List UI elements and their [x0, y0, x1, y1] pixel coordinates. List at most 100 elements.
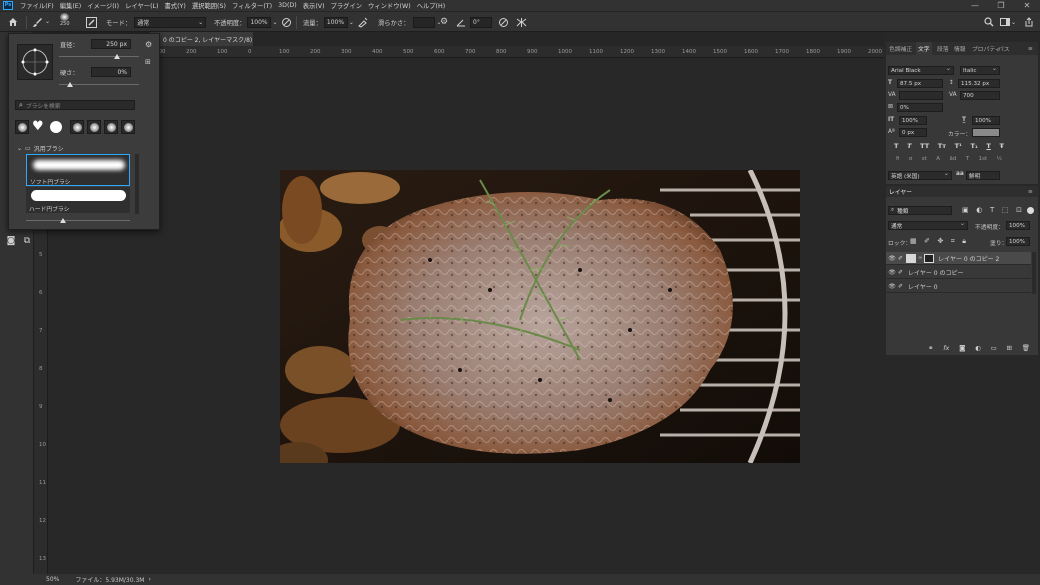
tab-layers[interactable]: レイヤー — [889, 186, 912, 197]
eye-icon[interactable]: 👁︎ — [886, 283, 898, 290]
recent-brush-4[interactable] — [70, 120, 84, 134]
layer-name[interactable]: レイヤー 0 のコピー 2 — [938, 254, 999, 263]
recent-brush-1[interactable] — [15, 120, 29, 134]
brush-search-input[interactable]: ⌕ ブラシを検索 — [15, 100, 135, 110]
kerning-select[interactable] — [899, 91, 943, 100]
menu-plugins[interactable]: プラグイン — [328, 1, 365, 10]
titling-button[interactable]: ād — [949, 156, 956, 166]
font-size-input[interactable]: 87.5 px — [897, 79, 943, 88]
layer-name[interactable]: レイヤー 0 — [908, 282, 938, 291]
language-select[interactable]: 英語 (米国) — [888, 171, 952, 180]
smart-object-filter-icon[interactable]: ⊡ — [1016, 206, 1022, 216]
brush-folder-general[interactable]: ⌄ ▭ 汎用ブラシ — [17, 144, 64, 153]
menu-layer[interactable]: レイヤー(L) — [122, 1, 161, 10]
angle-input[interactable]: 0° — [470, 16, 492, 28]
hardness-input[interactable]: 0% — [91, 67, 131, 77]
tsume-input[interactable]: 0% — [897, 103, 943, 112]
document-tab[interactable]: 0 のコピー 2, レイヤーマスク/8) * × — [150, 32, 253, 46]
menu-file[interactable]: ファイル(F) — [17, 1, 57, 10]
tab-paths[interactable]: パス — [998, 42, 1010, 55]
home-button[interactable] — [8, 15, 18, 29]
new-layer-icon[interactable]: ⊞ — [1006, 344, 1011, 353]
fx-icon[interactable]: fx — [943, 344, 949, 353]
menu-help[interactable]: ヘルプ(H) — [414, 1, 449, 10]
menu-image[interactable]: イメージ(I) — [84, 1, 122, 10]
minimize-button[interactable]: — — [962, 0, 988, 11]
fractions-button[interactable]: ½ — [997, 156, 1002, 166]
filter-toggle[interactable] — [1027, 207, 1034, 214]
lock-position-icon[interactable]: ✥ — [937, 237, 943, 246]
menu-edit[interactable]: 編集(E) — [57, 1, 85, 10]
mask-icon[interactable]: ◙ — [959, 344, 965, 353]
layer-name[interactable]: レイヤー 0 のコピー — [908, 268, 963, 277]
size-input[interactable]: 250 px — [91, 39, 131, 49]
airbrush-button[interactable] — [357, 15, 368, 29]
blend-mode-select[interactable]: 通常 — [888, 221, 968, 230]
faux-bold-button[interactable]: T — [894, 142, 898, 152]
zoom-level[interactable]: 50% — [46, 576, 59, 583]
recent-brush-6[interactable] — [104, 120, 118, 134]
menu-select[interactable]: 選択範囲(S) — [189, 1, 229, 10]
symmetry-button[interactable] — [516, 15, 527, 29]
vertical-scale-input[interactable]: 100% — [899, 116, 927, 125]
subscript-button[interactable]: T₁ — [971, 142, 978, 152]
shape-filter-icon[interactable]: ⬚ — [1002, 206, 1009, 216]
quick-mask-button[interactable]: ◙ — [4, 235, 18, 247]
screen-mode-button[interactable]: ⧉ — [20, 235, 34, 247]
status-arrow-icon[interactable]: › — [148, 576, 150, 583]
small-caps-button[interactable]: Tт — [938, 142, 946, 152]
eye-icon[interactable]: 👁︎ — [886, 255, 898, 262]
lock-paint-icon[interactable]: ✐ — [924, 237, 930, 246]
contextual-button[interactable]: T — [966, 156, 969, 166]
opacity-input[interactable]: 100% — [247, 16, 272, 28]
new-preset-icon[interactable]: ⊞ — [145, 58, 151, 66]
close-window-button[interactable]: ✕ — [1014, 0, 1040, 11]
pressure-opacity-button[interactable] — [281, 15, 292, 29]
faux-italic-button[interactable]: T — [907, 142, 911, 152]
size-slider-track[interactable] — [59, 56, 139, 57]
antialias-select[interactable]: 鮮明 — [966, 171, 1000, 180]
maximize-button[interactable]: ❐ — [988, 0, 1014, 11]
brush-list-scrollbar[interactable] — [135, 154, 139, 214]
lock-all-icon[interactable]: 🔒︎ — [962, 237, 966, 246]
superscript-button[interactable]: T¹ — [955, 142, 962, 152]
chevron-down-icon[interactable]: ⌄ — [349, 19, 354, 26]
panel-menu-icon[interactable]: ≡ — [1028, 42, 1033, 55]
image-filter-icon[interactable]: ▣ — [962, 206, 969, 216]
baseline-shift-input[interactable]: 0 px — [899, 128, 927, 137]
pressure-size-button[interactable] — [498, 15, 509, 29]
document-image[interactable] — [280, 170, 800, 463]
menu-3d[interactable]: 3D(D) — [275, 2, 300, 9]
leading-input[interactable]: 115.32 px — [958, 79, 1000, 88]
tracking-input[interactable]: 700 — [960, 91, 1000, 100]
gear-icon[interactable]: ⚙ — [145, 40, 152, 49]
flow-input[interactable]: 100% — [323, 16, 348, 28]
brush-settings-panel-button[interactable] — [86, 15, 97, 29]
brush-preset-picker[interactable]: 250 — [60, 13, 70, 27]
panel-menu-icon[interactable]: ≡ — [1028, 186, 1033, 197]
layer-filter-select[interactable]: ⌕ 種類 — [888, 206, 952, 215]
smoothing-options-button[interactable]: ⚙ — [440, 15, 448, 29]
recent-brush-3[interactable] — [49, 120, 63, 134]
tab-character[interactable]: 文字 — [916, 42, 932, 55]
font-family-select[interactable]: Arial Black — [888, 66, 954, 75]
hardness-slider-handle[interactable] — [67, 82, 73, 87]
type-filter-icon[interactable]: T — [990, 206, 994, 216]
recent-brush-7[interactable] — [121, 120, 135, 134]
fill-input[interactable]: 100% — [1006, 237, 1030, 246]
adjustment-filter-icon[interactable]: ◐ — [976, 206, 982, 216]
recent-brush-heart[interactable]: ♥ — [32, 120, 46, 134]
horizontal-ruler[interactable]: 4003002001000100200300400500600700800900… — [48, 46, 944, 58]
menu-filter[interactable]: フィルター(T) — [229, 1, 275, 10]
layer-mask-thumbnail[interactable] — [924, 253, 935, 263]
workspace-button[interactable]: ⌄ — [1000, 15, 1016, 29]
alt-ligatures-button[interactable]: ơ — [909, 156, 912, 166]
menu-type[interactable]: 書式(Y) — [162, 1, 189, 10]
mode-select[interactable]: 通常 ⌄ — [134, 16, 207, 28]
layer-row[interactable]: 👁︎ ✐ レイヤー 0 のコピー — [886, 266, 1031, 279]
stylistic-alt-button[interactable]: st — [922, 156, 927, 166]
layer-row[interactable]: 👁︎ ✐ ∞ レイヤー 0 のコピー 2 — [886, 252, 1031, 265]
recent-brush-5[interactable] — [87, 120, 101, 134]
link-icon[interactable]: ∞ — [918, 255, 922, 261]
ordinals-button[interactable]: 1st — [979, 156, 988, 166]
